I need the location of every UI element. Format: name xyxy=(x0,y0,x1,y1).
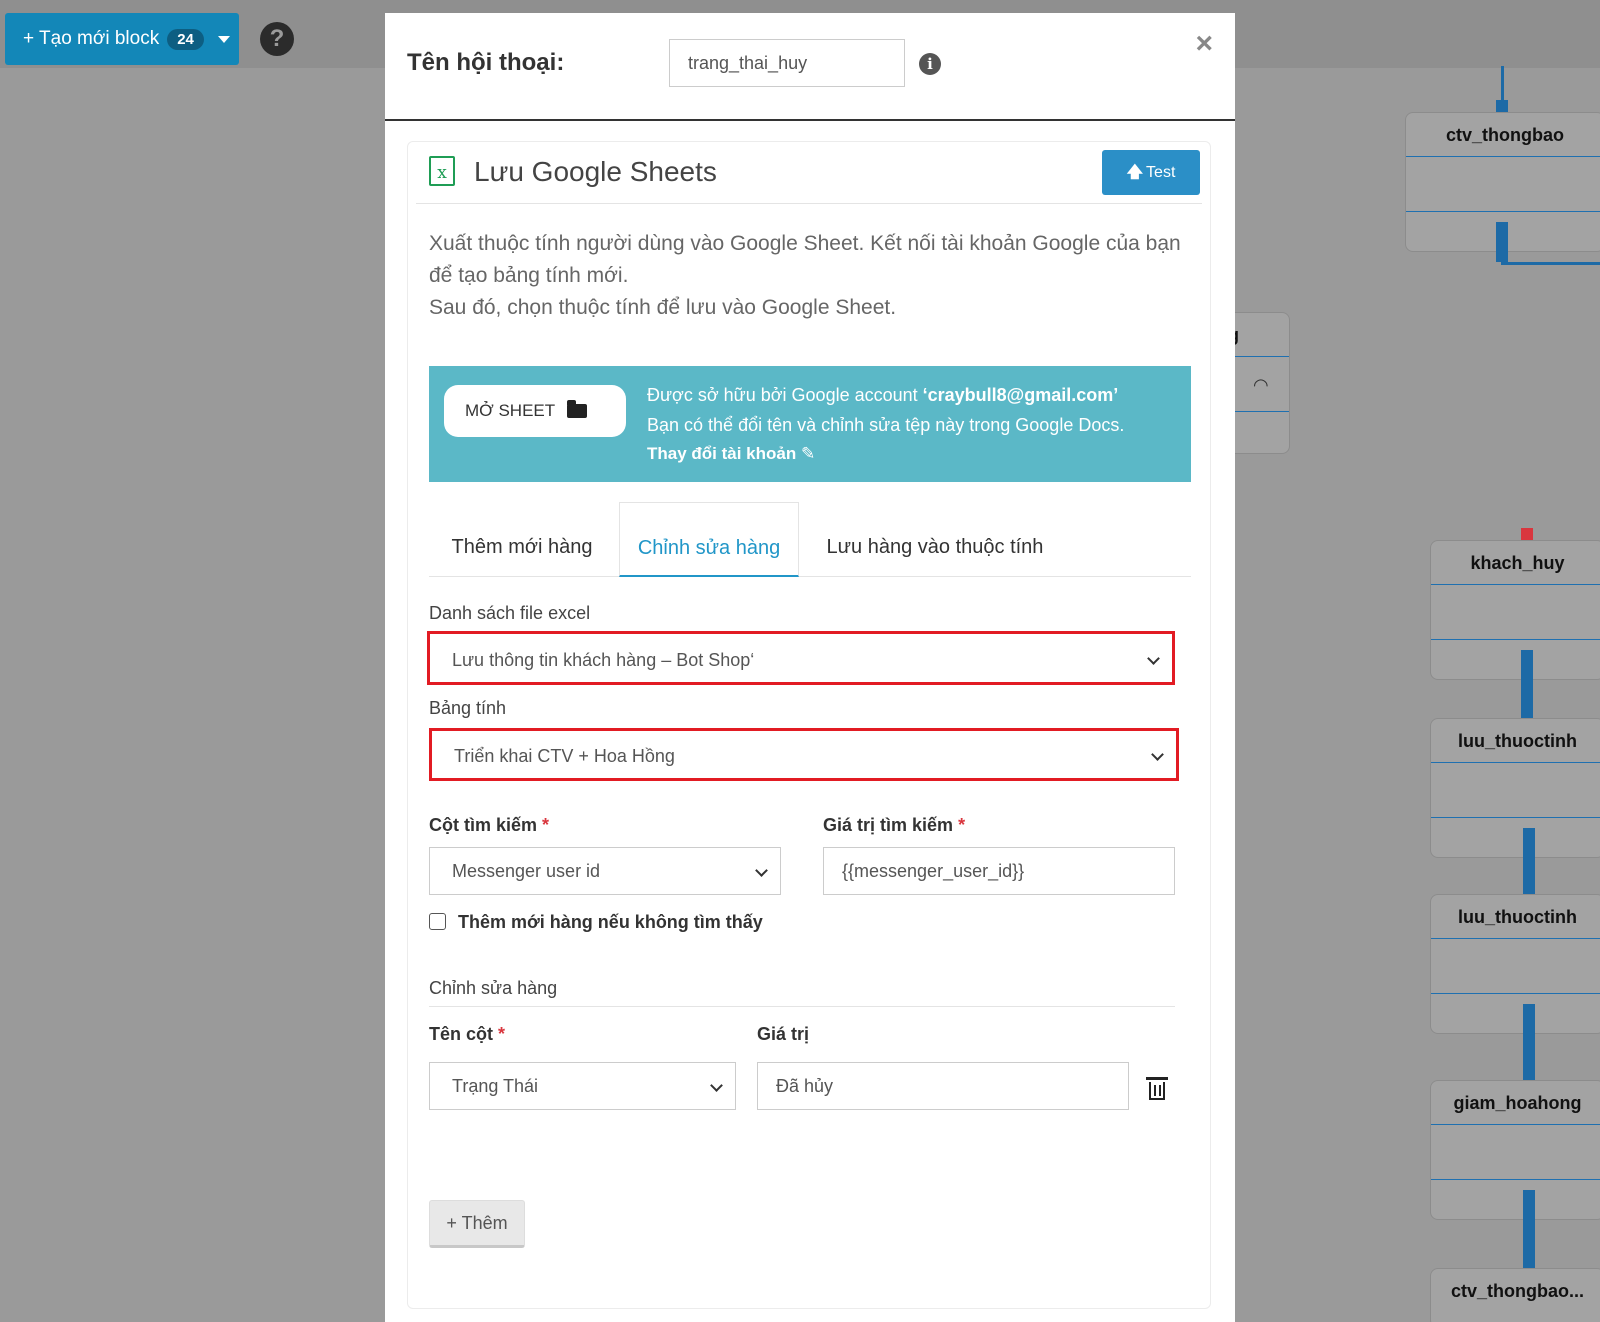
connector-port xyxy=(1523,828,1535,904)
banner-text: Được sở hữu bởi Google account ‘craybull… xyxy=(647,380,1124,440)
search-value-label: Giá trị tìm kiếm * xyxy=(823,815,966,835)
section-divider xyxy=(429,1006,1175,1007)
open-sheet-label: MỞ SHEET xyxy=(465,401,556,420)
spreadsheet-icon: x xyxy=(429,156,455,186)
test-button-label: Test xyxy=(1146,164,1176,181)
google-sheets-panel: x Lưu Google Sheets 🡅 Test Xuất thuộc tín… xyxy=(407,141,1211,1309)
change-account-label: Thay đổi tài khoản xyxy=(647,444,797,463)
account-banner: MỞ SHEET Được sở hữu bởi Google account … xyxy=(429,366,1191,482)
required-mark: * xyxy=(542,815,550,835)
sheet-label: Bảng tính xyxy=(429,698,507,718)
modal-header: Tên hội thoại: i × xyxy=(385,13,1235,121)
caret-down-icon[interactable] xyxy=(217,35,230,43)
chevron-down-icon xyxy=(710,1079,723,1092)
required-mark: * xyxy=(958,815,966,835)
flow-node-title: khach_huy xyxy=(1431,541,1600,585)
test-button[interactable]: 🡅 Test xyxy=(1102,150,1200,195)
tab-bar: Thêm mới hàng Chỉnh sửa hàng Lưu hàng và… xyxy=(429,502,1191,577)
column-name-label: Tên cột * xyxy=(429,1024,506,1044)
panel-description: Xuất thuộc tính người dùng vào Google Sh… xyxy=(429,228,1189,324)
tab-edit-row[interactable]: Chỉnh sửa hàng xyxy=(619,502,799,577)
add-if-not-found-checkbox[interactable] xyxy=(429,913,446,930)
change-account-link[interactable]: Thay đổi tài khoản ✎ xyxy=(647,444,815,464)
pencil-icon: ✎ xyxy=(800,444,816,463)
close-icon[interactable]: × xyxy=(1195,27,1213,61)
owned-by-account: ‘craybull8@gmail.com’ xyxy=(922,385,1119,405)
dialog-name-input[interactable] xyxy=(669,39,905,87)
connector-line xyxy=(1501,262,1600,265)
edit-row-section-label: Chỉnh sửa hàng xyxy=(429,978,558,998)
panel-header: x Lưu Google Sheets 🡅 Test xyxy=(416,142,1202,204)
owned-by-prefix: Được sở hữu bởi Google account xyxy=(647,385,923,405)
sheet-select[interactable]: Triển khai CTV + Hoa Hồng xyxy=(429,728,1179,781)
flow-node-title: giam_hoahong xyxy=(1431,1081,1600,1125)
required-mark: * xyxy=(498,1024,506,1044)
chevron-down-icon xyxy=(1151,748,1164,761)
owned-by-line: Được sở hữu bởi Google account ‘craybull… xyxy=(647,380,1124,410)
tab-add-row[interactable]: Thêm mới hàng xyxy=(451,502,593,577)
flow-node[interactable]: luu_thuoctinh xyxy=(1430,894,1600,1034)
trash-icon[interactable] xyxy=(1146,1077,1168,1100)
column-name-select[interactable]: Trạng Thái xyxy=(429,1062,736,1110)
file-list-value: Lưu thông tin khách hàng – Bot Shop‘ xyxy=(452,650,755,670)
wifi-icon: ◠ xyxy=(1253,375,1269,395)
open-sheet-button[interactable]: MỞ SHEET xyxy=(444,385,626,437)
flow-node-title: ctv_thongbao... xyxy=(1450,1281,1584,1301)
chevron-down-icon xyxy=(755,864,768,877)
block-editor-modal: Tên hội thoại: i × x Lưu Google Sheets 🡅… xyxy=(385,13,1235,1322)
create-block-label: + Tạo mới block xyxy=(23,28,160,49)
flow-node-title: luu_thuoctinh xyxy=(1431,719,1600,763)
chevron-down-icon xyxy=(1147,652,1160,665)
connector-port xyxy=(1496,222,1508,262)
flow-node-body xyxy=(1406,157,1600,212)
block-count-badge: 24 xyxy=(167,28,204,50)
panel-title: Lưu Google Sheets xyxy=(474,156,717,187)
rename-note: Bạn có thể đổi tên và chỉnh sửa tệp này … xyxy=(647,415,1125,435)
file-list-select[interactable]: Lưu thông tin khách hàng – Bot Shop‘ xyxy=(427,631,1175,685)
flow-node[interactable]: ctv_thongbao... xyxy=(1430,1268,1600,1322)
dialog-name-label: Tên hội thoại: xyxy=(407,49,565,76)
description-line: Xuất thuộc tính người dùng vào Google Sh… xyxy=(429,232,1181,255)
flow-node-body xyxy=(1431,585,1600,640)
search-column-label: Cột tìm kiếm * xyxy=(429,815,550,835)
sheet-value: Triển khai CTV + Hoa Hồng xyxy=(454,746,675,766)
description-line: để tạo bảng tính mới. xyxy=(429,264,629,287)
connector-port xyxy=(1523,1190,1535,1280)
row-value-input[interactable]: Đã hủy xyxy=(757,1062,1129,1110)
arrow-up-icon: 🡅 xyxy=(1126,164,1144,181)
description-line: Sau đó, chọn thuộc tính để lưu vào Googl… xyxy=(429,296,897,319)
flow-node[interactable]: khach_huy xyxy=(1430,540,1600,680)
search-column-select[interactable]: Messenger user id xyxy=(429,847,781,895)
add-if-not-found-label[interactable]: Thêm mới hàng nếu không tìm thấy xyxy=(458,912,763,933)
info-icon[interactable]: i xyxy=(919,53,941,75)
file-list-label: Danh sách file excel xyxy=(429,603,591,623)
flow-node-body xyxy=(1431,763,1600,818)
search-value-input[interactable]: {{messenger_user_id}} xyxy=(823,847,1175,895)
flow-node-title: luu_thuoctinh xyxy=(1431,895,1600,939)
flow-node-title: ctv_thongbao xyxy=(1406,113,1600,157)
column-name-value: Trạng Thái xyxy=(452,1076,539,1096)
add-row-button[interactable]: + Thêm xyxy=(429,1200,525,1248)
flow-node[interactable]: luu_thuoctinh xyxy=(1430,718,1600,858)
create-block-button[interactable]: + Tạo mới block 24 xyxy=(5,13,239,65)
flow-node-body xyxy=(1431,1125,1600,1180)
connector-port xyxy=(1523,1004,1535,1090)
tab-save-row-to-attribute[interactable]: Lưu hàng vào thuộc tính xyxy=(826,502,1044,577)
value-label: Giá trị xyxy=(757,1024,810,1044)
help-icon[interactable]: ? xyxy=(260,22,294,56)
flow-node[interactable]: giam_hoahong xyxy=(1430,1080,1600,1220)
folder-open-icon xyxy=(567,400,588,418)
flow-node-body xyxy=(1431,939,1600,994)
search-column-value: Messenger user id xyxy=(452,861,601,881)
